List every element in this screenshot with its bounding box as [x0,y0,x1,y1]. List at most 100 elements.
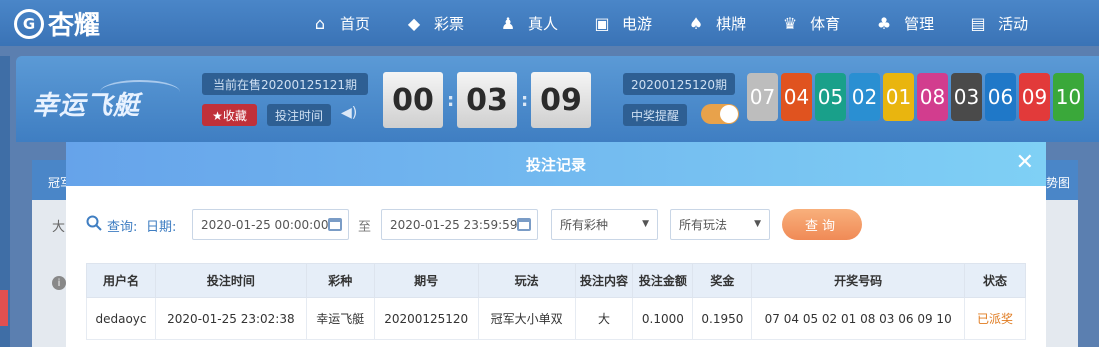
nav-item-label: 管理 [904,14,935,33]
countdown-seconds: 09 [531,72,591,128]
nav-item[interactable]: ⌂ 首页 [310,13,370,34]
nav-item-label: 活动 [998,14,1029,33]
nav-item[interactable]: ♣ 管理 [874,13,934,34]
win-remind-label: 中奖提醒 [623,104,687,126]
draw-ball: 10 [1053,73,1084,121]
nav-item-label: 真人 [528,14,559,33]
countdown-minutes: 03 [457,72,517,128]
draw-ball: 05 [815,73,846,121]
toggle-knob [720,105,738,123]
last-period: 20200125120期 [623,73,735,95]
bet-time-button[interactable]: 投注时间 [267,104,331,126]
nav-item[interactable]: ▤ 活动 [968,13,1029,34]
table-row[interactable]: dedaoyc 2020-01-25 23:02:38 幸运飞艇 2020012512… [86,297,1026,340]
lottery-type-select[interactable]: 所有彩种 ▼ [551,209,658,240]
close-icon[interactable]: ✕ [1016,151,1034,175]
trophy-icon: ♛ [782,13,798,33]
info-icon: i [52,276,66,290]
draw-ball: 03 [951,73,982,121]
nav-menu: ⌂ 首页 ◆ 彩票 ♟ 真人 ▣ 电游 ♠ 棋牌 ♛ 体育 ♣ 管理 ▤ 活动 [310,0,1062,46]
calendar-icon[interactable] [328,218,342,231]
date-from-input[interactable]: 2020-01-25 00:00:00 [192,209,349,240]
ticket-icon: ◆ [407,13,421,33]
users-icon: ♣ [876,13,892,33]
nav-item[interactable]: ▣ 电游 [592,13,652,34]
search-icon [86,215,102,231]
draw-ball: 06 [985,73,1016,121]
logo[interactable]: G 杏耀 [14,5,100,42]
table-header-cell: 开奖号码 [751,263,966,298]
left-red-tab[interactable] [0,290,8,326]
table-cell: dedaoyc [86,297,156,340]
bet-record-table: 用户名 投注时间 彩种 期号 玩法 投注内容 投注金额 奖金 开奖号码 状态 dedaoyc 202… [86,263,1026,340]
draw-ball: 08 [917,73,948,121]
user-icon: ♟ [500,13,516,33]
bet-record-modal: 投注记录 ✕ 查询: 日期: 2020-01-25 00:00:00 至 202… [66,142,1046,347]
table-cell: 0.1950 [692,297,753,340]
table-header-cell: 投注时间 [154,263,307,298]
table-cell: 07 04 05 02 01 08 03 06 09 10 [751,297,966,340]
table-cell: 20200125120 [373,297,479,340]
sound-icon[interactable]: ◀) [341,105,357,121]
draw-ball: 07 [747,73,778,121]
calendar-icon[interactable] [517,218,531,231]
date-to-input[interactable]: 2020-01-25 23:59:59 [381,209,538,240]
arcade-icon: ▣ [594,13,610,33]
table-header-cell: 玩法 [477,263,576,298]
nav-item[interactable]: ♛ 体育 [780,13,840,34]
play-option-big[interactable]: 大 [52,216,65,235]
lottery-type-value: 所有彩种 [560,218,609,232]
draw-ball: 02 [849,73,880,121]
boat-logo-icon [100,80,180,104]
table-header-cell: 彩种 [305,263,375,298]
query-label: 查询: [107,220,138,235]
table-header-cell: 期号 [373,263,479,298]
logo-mark-icon: G [14,8,44,39]
draw-ball: 04 [781,73,812,121]
table-header-row: 用户名 投注时间 彩种 期号 玩法 投注内容 投注金额 奖金 开奖号码 状态 [86,263,1026,298]
countdown-colon: : [447,90,455,111]
date-label: 日期: [146,220,177,235]
nav-item[interactable]: ♠ 棋牌 [686,13,746,34]
table-header-cell: 投注金额 [632,263,694,298]
home-icon: ⌂ [314,13,326,33]
play-type-select[interactable]: 所有玩法 ▼ [670,209,770,240]
nav-item-label: 电游 [622,14,653,33]
date-to-value: 2020-01-25 23:59:59 [390,217,518,232]
countdown-colon: : [521,90,529,111]
cards-icon: ♠ [688,13,704,33]
chevron-down-icon: ▼ [642,219,649,229]
chevron-down-icon: ▼ [754,219,761,229]
table-cell: 0.1000 [632,297,694,340]
current-period: 当前在售20200125121期 [202,73,368,95]
nav-item-label: 体育 [810,14,841,33]
win-remind-toggle[interactable] [701,104,739,124]
countdown-hours: 00 [383,72,443,128]
top-nav: G 杏耀 ⌂ 首页 ◆ 彩票 ♟ 真人 ▣ 电游 ♠ 棋牌 ♛ 体育 ♣ 管理 ▤ 活动 [0,0,1099,46]
play-type-value: 所有玩法 [679,218,728,232]
table-header-cell: 投注内容 [574,263,634,298]
modal-header: 投注记录 ✕ [66,142,1046,186]
status-badge: 已派奖 [964,297,1026,340]
table-header-cell: 用户名 [86,263,156,298]
table-cell: 幸运飞艇 [305,297,375,340]
nav-item[interactable]: ◆ 彩票 [404,13,464,34]
table-cell: 大 [574,297,634,340]
table-cell: 冠军大小单双 [477,297,576,340]
logo-text: 杏耀 [48,11,101,41]
nav-item-label: 彩票 [434,14,465,33]
nav-item[interactable]: ♟ 真人 [498,13,558,34]
modal-title: 投注记录 [525,155,586,174]
query-button[interactable]: 查询 [782,209,862,240]
nav-item-label: 首页 [340,14,371,33]
favorite-button[interactable]: ★收藏 [202,104,257,126]
nav-item-label: 棋牌 [716,14,747,33]
table-cell: 2020-01-25 23:02:38 [154,297,307,340]
draw-ball: 01 [883,73,914,121]
date-from-value: 2020-01-25 00:00:00 [201,217,329,232]
to-label: 至 [358,220,372,235]
table-header-cell: 奖金 [692,263,753,298]
gift-icon: ▤ [970,13,986,33]
draw-ball: 09 [1019,73,1050,121]
table-header-cell: 状态 [964,263,1026,298]
